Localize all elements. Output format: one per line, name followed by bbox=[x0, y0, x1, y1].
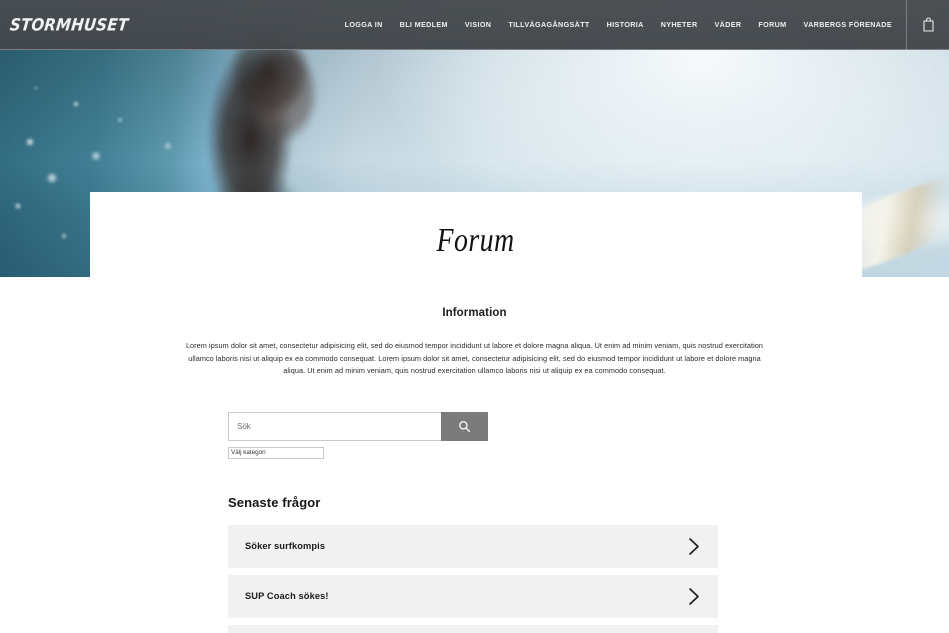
list-item[interactable] bbox=[228, 624, 718, 633]
nav-item-historia[interactable]: HISTORIA bbox=[607, 20, 644, 29]
list-item[interactable]: SUP Coach sökes! bbox=[228, 574, 718, 618]
cart-button[interactable] bbox=[907, 0, 949, 50]
main-content: Information Lorem ipsum dolor sit amet, … bbox=[0, 289, 949, 633]
shopping-bag-icon bbox=[922, 17, 934, 32]
top-navigation-bar: STORMHUSET LOGGA IN BLI MEDLEM VISION TI… bbox=[0, 0, 949, 50]
category-select-value: Välj kategori bbox=[231, 448, 266, 456]
question-title: SUP Coach sökes! bbox=[245, 591, 329, 602]
nav-item-tillvagagangsatt[interactable]: TILLVÄGAGÅNGSÄTT bbox=[508, 20, 589, 29]
search-block: Välj kategori bbox=[228, 411, 718, 459]
search-button[interactable] bbox=[441, 411, 488, 441]
chevron-right-icon bbox=[688, 587, 700, 606]
chevron-right-icon bbox=[688, 537, 700, 556]
search-input[interactable] bbox=[228, 411, 441, 441]
search-row bbox=[228, 411, 488, 441]
category-select[interactable]: Välj kategori bbox=[228, 446, 324, 459]
information-body-text: Lorem ipsum dolor sit amet, consectetur … bbox=[185, 341, 764, 376]
question-title: Söker surfkompis bbox=[245, 541, 326, 552]
latest-questions-list: Söker surfkompis SUP Coach sökes! bbox=[228, 524, 718, 633]
nav-item-nyheter[interactable]: NYHETER bbox=[661, 20, 698, 29]
nav-links: LOGGA IN BLI MEDLEM VISION TILLVÄGAGÅNGS… bbox=[345, 20, 906, 29]
nav-item-varbergs-forenade[interactable]: VARBERGS FÖRENADE bbox=[804, 20, 892, 29]
page-root: STORMHUSET LOGGA IN BLI MEDLEM VISION TI… bbox=[0, 0, 949, 633]
nav-item-forum[interactable]: FORUM bbox=[758, 20, 786, 29]
latest-questions-heading: Senaste frågor bbox=[228, 494, 321, 510]
site-logo[interactable]: STORMHUSET bbox=[9, 14, 129, 34]
page-title-panel: Forum bbox=[90, 192, 862, 289]
nav-item-vader[interactable]: VÄDER bbox=[714, 20, 741, 29]
information-heading: Information bbox=[442, 307, 507, 319]
nav-item-bli-medlem[interactable]: BLI MEDLEM bbox=[400, 20, 448, 29]
nav-item-logga-in[interactable]: LOGGA IN bbox=[345, 20, 383, 29]
nav-item-vision[interactable]: VISION bbox=[465, 20, 491, 29]
page-title: Forum bbox=[437, 221, 515, 259]
list-item[interactable]: Söker surfkompis bbox=[228, 524, 718, 568]
search-icon bbox=[459, 420, 471, 432]
